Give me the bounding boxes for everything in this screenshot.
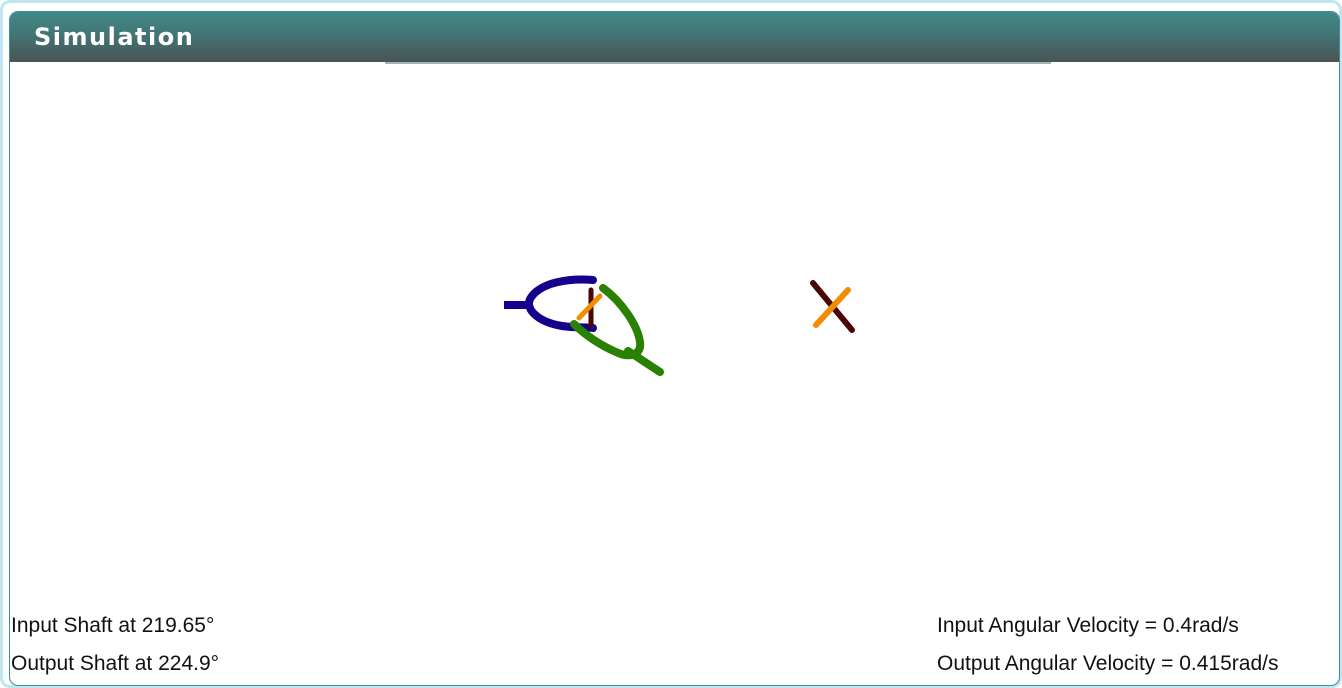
input-yoke-arc — [525, 275, 597, 332]
output-shaft-angle-readout: Output Shaft at 224.9° — [11, 652, 220, 675]
simulation-frame: Simulation Input Shaft at 219.65° Output… — [0, 0, 1342, 688]
output-angular-velocity-readout: Output Angular Velocity = 0.415rad/s — [937, 652, 1279, 675]
panel-header: Simulation — [10, 12, 1339, 62]
simulation-canvas — [504, 275, 855, 376]
joint-cross — [576, 287, 603, 329]
input-angular-velocity-readout: Input Angular Velocity = 0.4rad/s — [937, 614, 1239, 637]
input-shaft-angle-readout: Input Shaft at 219.65° — [11, 614, 215, 637]
universal-joint — [504, 275, 664, 376]
output-yoke-arc — [570, 284, 645, 360]
input-yoke — [504, 275, 597, 332]
cross-view — [810, 280, 855, 333]
simulation-panel: Simulation Input Shaft at 219.65° Output… — [9, 11, 1340, 686]
panel-title: Simulation — [34, 23, 195, 51]
output-shaft — [624, 347, 664, 376]
